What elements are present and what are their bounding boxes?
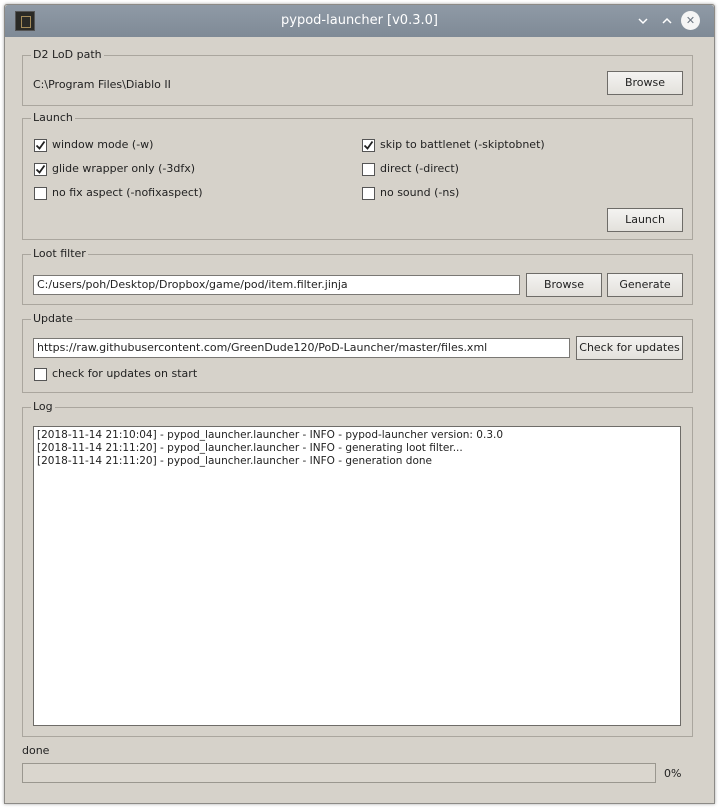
update-url-input[interactable]: https://raw.githubusercontent.com/GreenD… [33,338,570,358]
no-sound-checkbox[interactable] [362,187,375,200]
log-group: Log [2018-11-14 21:10:04] - pypod_launch… [22,400,693,737]
checkmark-icon [35,164,46,174]
close-icon: ✕ [685,14,696,27]
d2-path-value: C:\Program Files\Diablo II [33,78,171,91]
loot-filter-group: Loot filter C:/users/poh/Desktop/Dropbox… [22,247,693,305]
progress-label: 0% [664,767,682,780]
log-output[interactable]: [2018-11-14 21:10:04] - pypod_launcher.l… [33,426,681,726]
check-on-start-label: check for updates on start [52,367,198,380]
chevron-up-icon [662,17,672,24]
minimize-button[interactable] [633,11,653,31]
main-window: pypod-launcher [v0.3.0] ✕ D2 LoD path C:… [4,4,715,804]
log-line: [2018-11-14 21:11:20] - pypod_launcher.l… [37,442,463,454]
log-line: [2018-11-14 21:10:04] - pypod_launcher.l… [37,429,504,441]
glide-wrapper-label: glide wrapper only (-3dfx) [52,162,196,175]
checkmark-icon [35,140,46,150]
update-group: Update https://raw.githubusercontent.com… [22,312,693,393]
maximize-button[interactable] [657,11,677,31]
window-mode-label: window mode (-w) [52,138,154,151]
status-text: done [22,744,50,757]
launch-group: Launch window mode (-w) glide wrapper on… [22,111,693,240]
progress-bar [22,763,656,783]
close-button[interactable]: ✕ [681,11,700,30]
d2-path-browse-button[interactable]: Browse [607,71,683,95]
window-title: pypod-launcher [v0.3.0] [281,13,438,28]
window-mode-checkbox[interactable] [34,139,47,152]
no-sound-label: no sound (-ns) [380,186,460,199]
launch-group-label: Launch [31,111,75,124]
launch-button[interactable]: Launch [607,208,683,232]
skip-to-battlenet-checkbox[interactable] [362,139,375,152]
no-fix-aspect-label: no fix aspect (-nofixaspect) [52,186,203,199]
chevron-down-icon [638,18,648,25]
direct-checkbox[interactable] [362,163,375,176]
skip-to-battlenet-label: skip to battlenet (-skiptobnet) [380,138,545,151]
log-group-label: Log [31,400,55,413]
generate-button[interactable]: Generate [607,273,683,297]
glide-wrapper-checkbox[interactable] [34,163,47,176]
loot-filter-browse-button[interactable]: Browse [526,273,602,297]
d2-path-group-label: D2 LoD path [31,48,104,61]
d2-path-group: D2 LoD path C:\Program Files\Diablo II B… [22,48,693,106]
check-on-start-checkbox[interactable] [34,368,47,381]
title-bar: pypod-launcher [v0.3.0] ✕ [5,5,714,37]
update-group-label: Update [31,312,75,325]
direct-label: direct (-direct) [380,162,459,175]
log-line: [2018-11-14 21:11:20] - pypod_launcher.l… [37,455,432,467]
checkmark-icon [363,140,374,150]
loot-filter-path-input[interactable]: C:/users/poh/Desktop/Dropbox/game/pod/it… [33,275,520,295]
check-for-updates-button[interactable]: Check for updates [576,336,683,360]
no-fix-aspect-checkbox[interactable] [34,187,47,200]
loot-filter-group-label: Loot filter [31,247,88,260]
